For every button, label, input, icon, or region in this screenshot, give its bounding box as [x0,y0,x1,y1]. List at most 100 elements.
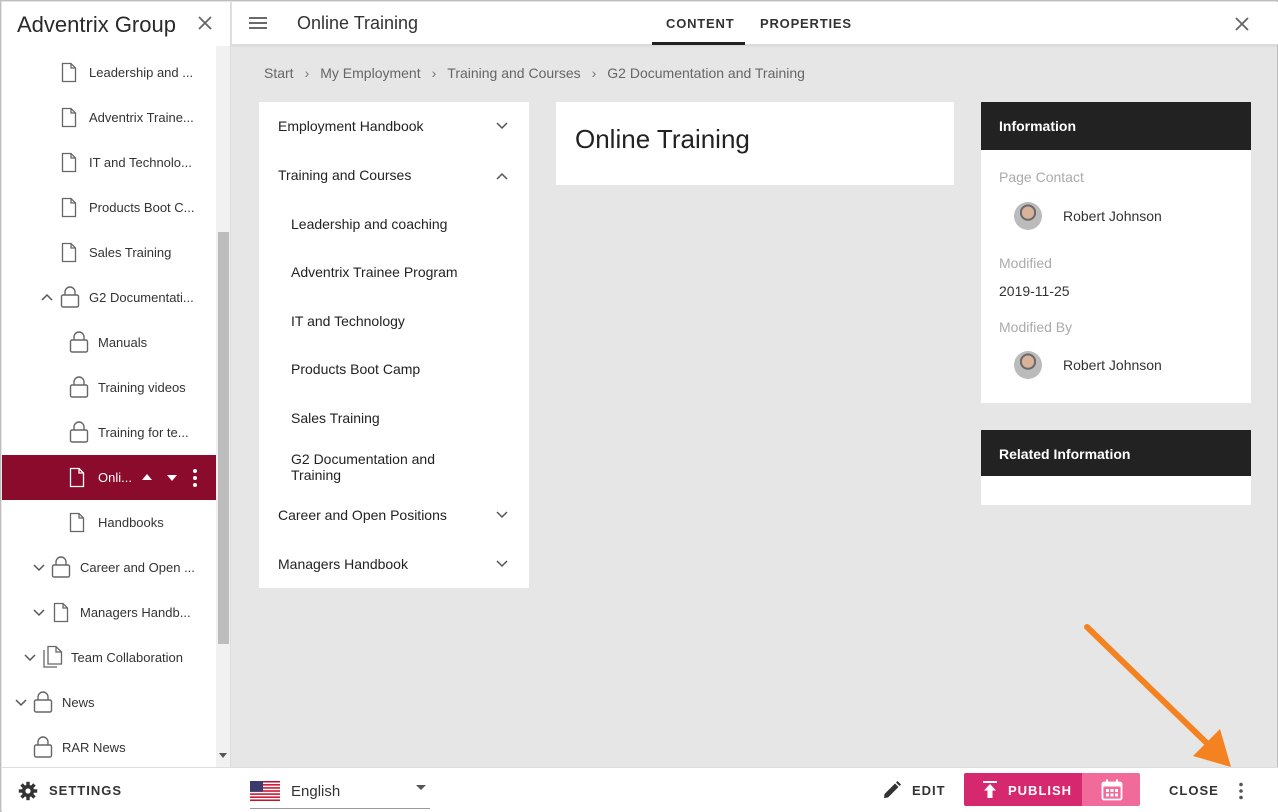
pencil-icon[interactable] [883,781,901,799]
modified-by-label: Modified By [999,319,1073,335]
tree-item-label: Products Boot C... [89,200,195,215]
tree-item-training-for-teams[interactable]: Training for te... [2,410,216,455]
chevron-down-icon[interactable] [15,699,27,707]
breadcrumb-item[interactable]: G2 Documentation and Training [607,65,805,81]
us-flag-icon [250,781,280,801]
tree-item-label: Training videos [98,380,186,395]
page-contact-name: Robert Johnson [1063,208,1162,224]
nav-item-label: Sales Training [291,410,380,426]
related-information-heading: Related Information [981,430,1251,476]
content-heading: Online Training [575,124,750,154]
settings-button[interactable]: SETTINGS [49,783,122,798]
more-vert-icon[interactable] [1238,782,1244,800]
tree-item-label: Managers Handb... [80,605,191,620]
nav-item-label: Adventrix Trainee Program [291,264,458,280]
information-heading: Information [981,102,1251,150]
tree-item-label: News [62,695,95,710]
tree-item-g2-documentation[interactable]: G2 Documentati... [2,275,216,320]
modified-by-name: Robert Johnson [1063,357,1162,373]
chevron-down-icon[interactable] [24,654,36,662]
tree-item-trainee-program[interactable]: Adventrix Traine... [2,95,216,140]
tree-item-sales-training[interactable]: Sales Training [2,230,216,275]
close-icon[interactable] [196,14,214,32]
chevron-down-icon[interactable] [496,560,508,568]
page-icon [69,467,85,488]
language-label: English [291,783,341,800]
nav-item-label: Training and Courses [278,167,412,183]
nav-item-label: G2 Documentation and Training [291,451,435,483]
tree-scrollbar[interactable] [216,46,230,767]
tree-item-label: Leadership and ... [89,65,194,80]
page-icon [53,602,69,623]
tree-item-online-training[interactable]: Onli... [2,455,216,500]
tab-content[interactable]: CONTENT [666,16,734,31]
chevron-up-icon[interactable] [496,172,508,180]
calendar-icon [1101,779,1123,801]
content-title-block[interactable]: Online Training [556,102,954,185]
app-window: Adventrix Group Leadership and ... Adven… [0,0,1278,812]
chevron-down-icon[interactable] [496,122,508,130]
move-up-icon[interactable] [141,473,153,481]
publish-label: PUBLISH [1008,783,1073,798]
avatar [1014,351,1042,379]
breadcrumb-item[interactable]: Training and Courses [447,65,580,81]
chevron-down-icon[interactable] [496,511,508,519]
tree-item-label: IT and Technolo... [89,155,192,170]
tree-item-leadership[interactable]: Leadership and ... [2,50,216,95]
close-button[interactable]: CLOSE [1169,783,1219,798]
publish-button[interactable]: PUBLISH [964,773,1082,806]
menu-icon[interactable] [249,16,267,30]
page-icon [61,152,77,173]
page-icon [61,197,77,218]
nav-item-label: Career and Open Positions [278,507,447,523]
move-down-icon[interactable] [166,474,178,482]
tree-item-manuals[interactable]: Manuals [2,320,216,365]
page-contact-label: Page Contact [999,169,1084,185]
page-icon [61,62,77,83]
more-vert-icon[interactable] [192,468,198,488]
tree-item-team-collaboration[interactable]: Team Collaboration [2,635,216,680]
lock-icon [33,736,53,758]
tree-item-news[interactable]: News [2,680,216,725]
tree-item-label: G2 Documentati... [89,290,194,305]
tree-item-it-technology[interactable]: IT and Technolo... [2,140,216,185]
nav-item-label: Managers Handbook [278,556,408,572]
breadcrumb-item[interactable]: Start [264,65,294,81]
tree-item-label: Handbooks [98,515,164,530]
scrollbar-thumb[interactable] [218,232,229,644]
breadcrumb-item[interactable]: My Employment [320,65,420,81]
lock-icon [69,376,89,398]
tree-item-products-boot-camp[interactable]: Products Boot C... [2,185,216,230]
tree-item-label: Onli... [98,470,132,485]
tree-item-career[interactable]: Career and Open ... [2,545,216,590]
page-icon [69,512,85,533]
app-title: Adventrix Group [17,12,176,37]
schedule-publish-button[interactable] [1082,773,1140,806]
lock-icon [51,556,71,578]
close-icon[interactable] [1234,16,1250,32]
tree-item-handbooks[interactable]: Handbooks [2,500,216,545]
page-title: Online Training [297,13,419,33]
tree-item-label: Career and Open ... [80,560,195,575]
nav-item-label: Employment Handbook [278,118,424,134]
nav-item-label: IT and Technology [291,313,405,329]
chevron-down-icon[interactable] [33,609,45,617]
gear-icon[interactable] [18,781,38,801]
page-tree: Leadership and ... Adventrix Traine... I… [2,38,216,767]
information-panel: Information Page Contact Robert Johnson … [981,102,1251,403]
nav-item-label: Leadership and coaching [291,216,448,232]
publish-upload-icon [983,781,997,798]
pages-icon [43,645,63,668]
scroll-down-arrow-icon[interactable] [219,753,227,758]
tree-item-training-videos[interactable]: Training videos [2,365,216,410]
edit-button[interactable]: EDIT [912,783,946,798]
tab-properties[interactable]: PROPERTIES [760,16,852,31]
tree-item-managers-handbook[interactable]: Managers Handb... [2,590,216,635]
chevron-down-icon[interactable] [33,564,45,572]
tree-header: Adventrix Group [2,2,230,46]
chevron-up-icon[interactable] [41,293,53,301]
chevron-right-icon: › [304,65,310,81]
language-select[interactable]: English [250,776,430,809]
section-navigation: Employment Handbook Training and Courses… [259,102,529,588]
tree-item-rar-news[interactable]: RAR News [2,725,216,767]
